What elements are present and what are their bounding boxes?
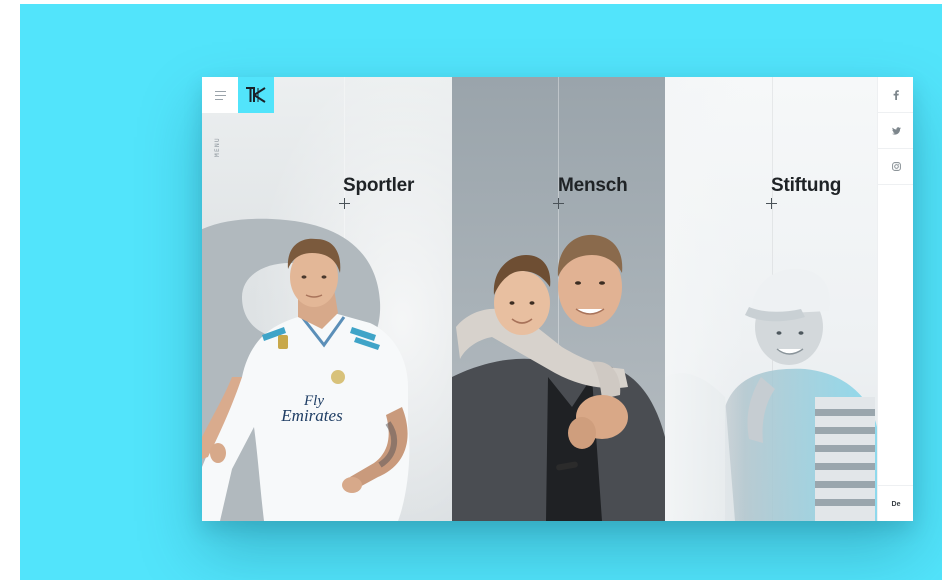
language-switcher[interactable]: De bbox=[878, 485, 913, 521]
mensch-illustration bbox=[452, 234, 665, 521]
facebook-icon bbox=[893, 89, 899, 100]
instagram-icon bbox=[891, 162, 901, 171]
plus-icon[interactable] bbox=[339, 198, 350, 209]
panel-title-mensch[interactable]: Mensch bbox=[558, 175, 628, 197]
plus-icon[interactable] bbox=[553, 198, 564, 209]
striped-leg bbox=[815, 397, 875, 521]
sportler-illustration: Fly Emirates bbox=[202, 77, 452, 521]
hamburger-icon bbox=[214, 90, 226, 92]
twitter-icon bbox=[891, 126, 901, 135]
logo[interactable] bbox=[238, 77, 274, 113]
menu-button[interactable] bbox=[202, 77, 238, 113]
right-rail: De bbox=[877, 77, 913, 521]
champion-badge bbox=[278, 335, 288, 349]
twitter-link[interactable] bbox=[878, 113, 913, 149]
facebook-link[interactable] bbox=[878, 77, 913, 113]
website-frame: Fly Emirates Sportler Mensch Stiftung ME… bbox=[202, 77, 913, 521]
plus-icon[interactable] bbox=[766, 198, 777, 209]
panel-title-sportler[interactable]: Sportler bbox=[343, 175, 414, 197]
panel-mensch[interactable]: Mensch bbox=[452, 77, 665, 521]
instagram-link[interactable] bbox=[878, 149, 913, 185]
left-rail: MENÜ bbox=[202, 77, 238, 521]
panel-stiftung[interactable]: Stiftung bbox=[665, 77, 877, 521]
sponsor-line-2: Emirates bbox=[280, 406, 343, 425]
club-crest bbox=[331, 370, 345, 384]
menu-label[interactable]: MENÜ bbox=[214, 127, 226, 167]
panel-sportler[interactable]: Fly Emirates Sportler bbox=[202, 77, 452, 521]
tk-logo-icon bbox=[246, 87, 266, 103]
panel-title-stiftung[interactable]: Stiftung bbox=[771, 175, 841, 197]
child-cap bbox=[751, 268, 830, 315]
stiftung-illustration bbox=[665, 77, 877, 521]
background-stage: Fly Emirates Sportler Mensch Stiftung ME… bbox=[20, 4, 942, 580]
